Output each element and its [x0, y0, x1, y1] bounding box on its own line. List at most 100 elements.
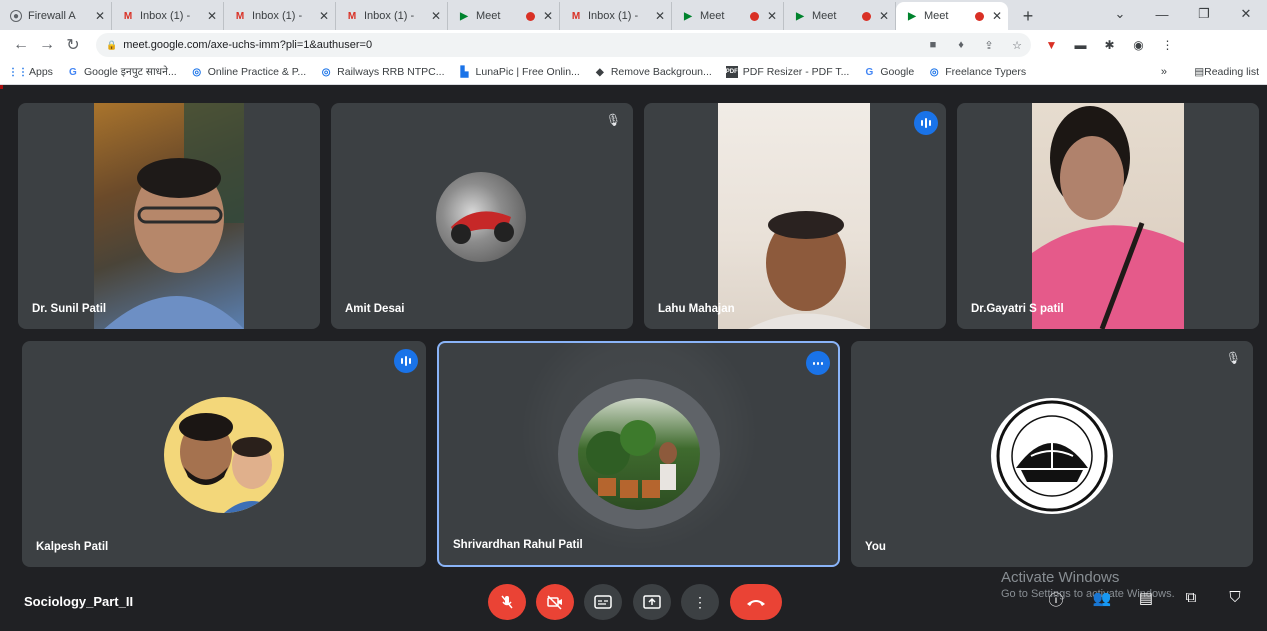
present-button[interactable]: [633, 584, 671, 620]
mic-toggle-button[interactable]: [488, 584, 526, 620]
meeting-details-button[interactable]: ⓘ: [1043, 589, 1069, 613]
mic-off-icon: 🎙: [1225, 351, 1241, 365]
bookmark-item[interactable]: G Google इनपुट साधने...: [67, 65, 177, 79]
tab-meet-active[interactable]: ▶ Meet ✕: [896, 2, 1008, 30]
bookmarks-bar: ⋮⋮ Apps G Google इनपुट साधने... ◎ Online Pr…: [0, 60, 1267, 85]
participant-tile[interactable]: Kalpesh Patil: [22, 341, 426, 567]
tab-meet[interactable]: ▶ Meet ✕: [672, 2, 784, 30]
close-icon[interactable]: ✕: [992, 9, 1002, 23]
person-silhouette: [104, 103, 244, 329]
puzzle-icon[interactable]: ✱: [1095, 38, 1124, 52]
globe-icon: ◎: [929, 66, 939, 78]
extension-icon[interactable]: ▬: [1066, 38, 1095, 52]
lunapic-icon: ▙: [460, 66, 469, 78]
close-icon[interactable]: ✕: [767, 9, 777, 23]
extension-icon[interactable]: ▼: [1037, 38, 1066, 52]
close-icon[interactable]: ✕: [95, 9, 105, 23]
bookmark-item[interactable]: PDF PDF Resizer - PDF T...: [725, 66, 849, 78]
participant-name: You: [865, 541, 886, 553]
bookmark-label: Remove Backgroun...: [610, 66, 712, 78]
participant-name: Kalpesh Patil: [36, 541, 109, 553]
tab-inbox[interactable]: M Inbox (1) - ✕: [560, 2, 672, 30]
share-icon[interactable]: ⇪: [975, 39, 1003, 52]
bookmark-apps[interactable]: ⋮⋮ Apps: [8, 66, 53, 78]
bookmark-item[interactable]: ◎ Online Practice & P...: [191, 66, 306, 78]
participant-tile[interactable]: Dr. Sunil Patil: [18, 103, 320, 329]
close-window-button[interactable]: ✕: [1225, 6, 1267, 22]
tab-meet[interactable]: ▶ Meet ✕: [784, 2, 896, 30]
tab-firewall[interactable]: ● Firewall A ✕: [0, 2, 112, 30]
close-icon[interactable]: ✕: [543, 9, 553, 23]
star-icon[interactable]: ☆: [1003, 39, 1031, 52]
tab-search-icon[interactable]: ⌄: [1099, 6, 1141, 22]
google-g-icon: G: [865, 66, 874, 78]
participant-avatar: [578, 398, 700, 510]
tab-inbox[interactable]: M Inbox (1) - ✕: [336, 2, 448, 30]
more-options-button[interactable]: ⋮: [681, 584, 719, 620]
father-child-image: [179, 413, 280, 513]
participant-tile-pinned[interactable]: Shrivardhan Rahul Patil: [437, 341, 840, 567]
bookmark-item[interactable]: ▙ LunaPic | Free Onlin...: [459, 66, 580, 78]
url-text[interactable]: meet.google.com/axe-uchs-imm?pli=1&authu…: [123, 39, 919, 51]
apps-grid-icon: ⋮⋮: [8, 66, 28, 78]
university-seal-image: [996, 400, 1108, 512]
bookmark-item[interactable]: ◎ Freelance Typers: [928, 66, 1026, 78]
reading-list-icon: ▤: [1194, 66, 1205, 78]
forward-button[interactable]: →: [34, 36, 60, 54]
close-icon[interactable]: ✕: [879, 9, 889, 23]
bookmark-label: Freelance Typers: [945, 66, 1027, 78]
close-icon[interactable]: ✕: [207, 9, 217, 23]
tab-label: Meet: [476, 10, 501, 22]
bookmark-label: Online Practice & P...: [207, 66, 307, 78]
gmail-icon: M: [571, 10, 581, 22]
people-button[interactable]: 👥: [1089, 589, 1115, 613]
captions-button[interactable]: [584, 584, 622, 620]
participant-video: [94, 103, 244, 329]
close-icon[interactable]: ✕: [319, 9, 329, 23]
profile-icon[interactable]: ◉: [1124, 38, 1153, 52]
address-bar[interactable]: 🔒 meet.google.com/axe-uchs-imm?pli=1&aut…: [96, 33, 1031, 57]
leave-call-button[interactable]: [730, 584, 782, 620]
host-controls-button[interactable]: ⛉: [1222, 589, 1248, 613]
tab-label: Inbox (1) -: [140, 10, 191, 22]
tab-inbox[interactable]: M Inbox (1) - ✕: [224, 2, 336, 30]
restore-button[interactable]: ❐: [1183, 6, 1225, 22]
camera-icon[interactable]: ■: [919, 39, 947, 51]
speaking-indicator-icon: [806, 351, 830, 375]
close-icon[interactable]: ✕: [431, 9, 441, 23]
participant-tile-self[interactable]: 🎙 You: [851, 341, 1253, 567]
participant-avatar: [436, 172, 526, 262]
new-tab-button[interactable]: +: [1016, 2, 1040, 30]
meet-stage: Dr. Sunil Patil 🎙 Amit Desai Lahu Mahaja…: [0, 89, 1267, 631]
recording-icon: [861, 11, 871, 21]
minimize-button[interactable]: —: [1141, 7, 1183, 22]
participant-video: [1032, 103, 1184, 329]
person-silhouette: [748, 211, 868, 329]
menu-icon[interactable]: ⋮: [1153, 38, 1182, 52]
participant-tile[interactable]: Dr.Gayatri S patil: [957, 103, 1259, 329]
bookmark-item[interactable]: ◎ Railways RRB NTPC...: [320, 66, 445, 78]
chat-button[interactable]: ▤: [1133, 589, 1159, 613]
participant-avatar: [164, 397, 284, 513]
reading-list-button[interactable]: ▤ Reading list: [1194, 66, 1259, 78]
reload-button[interactable]: ↻: [60, 35, 86, 55]
recording-icon: [525, 11, 535, 21]
tab-meet[interactable]: ▶ Meet ✕: [448, 2, 560, 30]
bookmarks-more-button[interactable]: »: [1161, 66, 1167, 78]
bookmark-item[interactable]: ◆ Remove Backgroun...: [594, 66, 712, 78]
recording-icon: [749, 11, 759, 21]
tab-inbox[interactable]: M Inbox (1) - ✕: [112, 2, 224, 30]
motorbike-image: [451, 211, 514, 244]
participant-tile[interactable]: 🎙 Amit Desai: [331, 103, 633, 329]
participant-tile[interactable]: Lahu Mahajan: [644, 103, 946, 329]
activities-button[interactable]: ⧉: [1178, 589, 1204, 613]
person-silhouette: [1032, 106, 1184, 329]
bookmark-item[interactable]: G Google: [863, 66, 914, 78]
back-button[interactable]: ←: [8, 36, 34, 54]
close-icon[interactable]: ✕: [655, 9, 665, 23]
participant-name: Dr. Sunil Patil: [32, 303, 107, 315]
microphone-icon[interactable]: ♦: [947, 39, 975, 51]
captions-icon: [594, 595, 612, 609]
camera-toggle-button[interactable]: [536, 584, 574, 620]
participant-video: [718, 103, 870, 329]
